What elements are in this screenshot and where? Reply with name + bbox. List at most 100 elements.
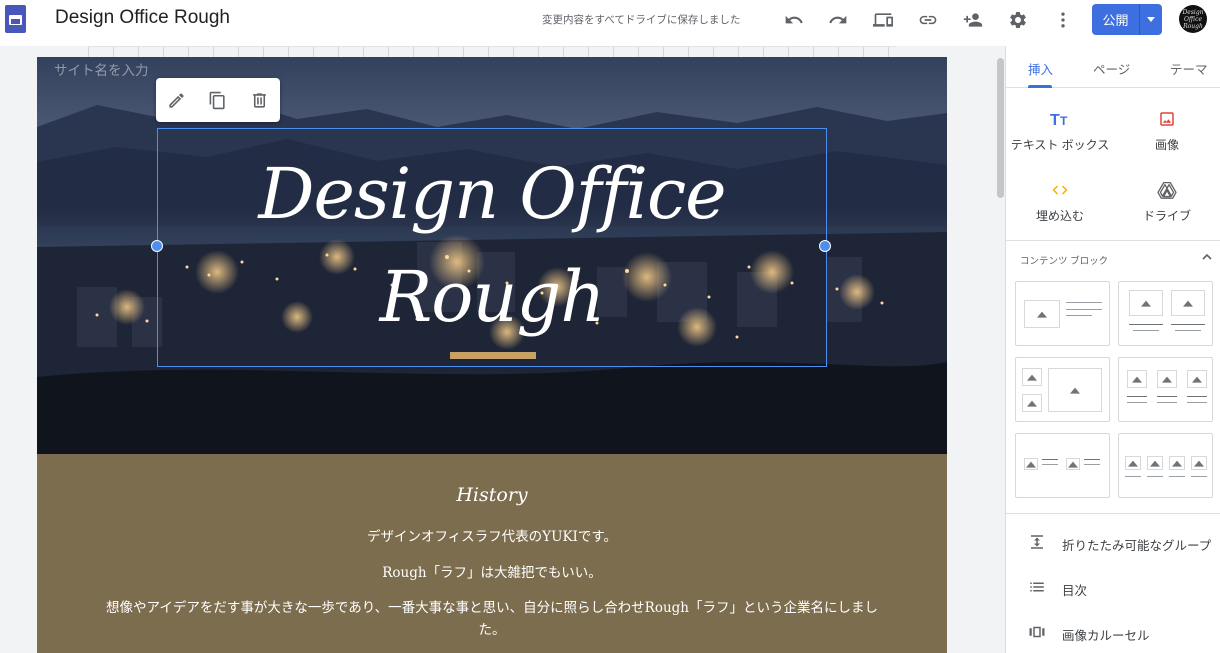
image-carousel-label: 画像カルーセル [1062,629,1150,643]
undo-icon[interactable] [781,7,807,33]
publish-options-dropdown[interactable] [1140,4,1162,35]
edit-pencil-icon[interactable] [164,88,188,112]
table-of-contents-label: 目次 [1062,584,1088,598]
tab-pages[interactable]: ページ [1093,59,1130,78]
canvas-scrollbar-thumb[interactable] [997,58,1004,198]
avatar-logo-text: Design Office Rough [1182,8,1204,30]
block-text-line [1042,464,1058,465]
history-paragraph-1: デザインオフィスラフ代表のYUKIです。 [366,529,618,545]
block-text-line [1084,459,1100,460]
chevron-up-icon[interactable] [1202,252,1212,262]
preview-devices-icon[interactable] [870,7,896,33]
title-accent-underline [450,352,536,359]
insert-image-button[interactable]: 画像 [1113,108,1220,153]
insert-text-box-label: テキスト ボックス [1010,138,1110,152]
tab-insert[interactable]: 挿入 [1028,59,1053,78]
block-image-placeholder-icon [1024,458,1038,470]
block-image-placeholder-icon [1066,458,1080,470]
top-bar: Design Office Rough 変更内容をすべてドライブに保存しました … [0,0,1220,40]
image-carousel-icon [1029,626,1045,638]
hero-title-line2: Rough [379,256,606,338]
panel-divider [1006,513,1220,514]
editor-canvas: サイト名を入力 Design Office Rough History デザイン… [0,46,1005,653]
more-vert-icon[interactable] [1050,7,1076,33]
block-image-placeholder-icon [1157,370,1177,388]
document-title[interactable]: Design Office Rough [55,7,230,29]
insert-embed-button[interactable]: 埋め込む [1006,179,1114,224]
title-text-box-selected[interactable]: Design Office Rough [157,128,827,367]
content-block-four-columns[interactable] [1118,433,1213,498]
content-block-grid-large[interactable] [1015,357,1110,422]
resize-handle-left[interactable] [151,240,163,252]
history-paragraph-2: Rough「ラフ」は大雑把でもいい。 [382,565,602,581]
ruler [88,46,896,57]
block-image-placeholder-icon [1187,370,1207,388]
insert-embed-label: 埋め込む [1035,209,1084,223]
publish-button[interactable]: 公開 [1092,4,1162,35]
site-page: サイト名を入力 Design Office Rough History デザイン… [37,57,947,653]
block-image-placeholder-icon [1048,368,1102,412]
block-text-line [1066,315,1092,316]
account-avatar[interactable]: Design Office Rough [1179,5,1207,33]
svg-text:T: T [1050,112,1060,128]
block-text-line [1171,324,1205,325]
svg-text:T: T [1060,114,1068,128]
insert-text-box-button[interactable]: TT テキスト ボックス [1006,108,1114,153]
side-panel: 挿入 ページ テーマ TT テキスト ボックス 画像 埋め込む ドライブ コンテ… [1005,46,1220,653]
block-text-line [1187,396,1207,397]
hero-header-section[interactable]: サイト名を入力 Design Office Rough [37,57,947,454]
canvas-scrollbar[interactable] [996,58,1005,198]
block-image-placeholder-icon [1022,394,1042,412]
content-blocks-header: コンテンツ ブロック [1020,256,1109,267]
insert-table-of-contents[interactable]: 目次 [1006,572,1220,602]
link-icon[interactable] [915,7,941,33]
block-text-line [1127,402,1147,403]
panel-divider [1006,240,1220,241]
panel-tabs: 挿入 ページ テーマ [1006,46,1220,88]
block-text-line [1157,396,1177,397]
block-text-line [1187,402,1207,403]
content-block-three-columns[interactable] [1118,357,1213,422]
active-tab-indicator [1028,85,1052,88]
insert-image-carousel[interactable]: 画像カルーセル [1006,617,1220,647]
tab-themes[interactable]: テーマ [1170,59,1208,78]
history-heading: History [456,484,528,506]
insert-image-label: 画像 [1154,138,1179,152]
redo-icon[interactable] [825,7,851,33]
block-text-line [1066,302,1102,303]
share-person-add-icon[interactable] [960,7,986,33]
block-text-line [1157,402,1177,403]
delete-trash-icon[interactable] [247,88,271,112]
save-status-text: 変更内容をすべてドライブに保存しました [542,14,741,26]
text-box-icon: TT [1006,108,1114,130]
section-toolbar [156,78,280,122]
embed-code-icon [1006,179,1114,201]
table-of-contents-icon [1030,582,1044,592]
insert-drive-button[interactable]: ドライブ [1113,179,1220,224]
resize-handle-right[interactable] [819,240,831,252]
site-name-input[interactable]: サイト名を入力 [54,59,149,79]
block-image-placeholder-icon [1125,456,1141,470]
block-text-line [1133,330,1159,331]
collapsible-group-icon [1031,535,1043,549]
google-sites-logo-icon[interactable] [5,5,26,33]
content-block-two-image-text[interactable] [1015,433,1110,498]
settings-gear-icon[interactable] [1005,7,1031,33]
block-image-placeholder-icon [1024,300,1060,328]
content-block-image-text[interactable] [1015,281,1110,346]
block-image-placeholder-icon [1191,456,1207,470]
insert-collapsible-group[interactable]: 折りたたみ可能なグループ [1006,527,1220,557]
block-text-line [1125,476,1141,477]
hero-title[interactable]: Design Office Rough [158,143,826,349]
duplicate-icon[interactable] [205,88,229,112]
publish-label[interactable]: 公開 [1092,4,1139,35]
block-text-line [1084,464,1100,465]
block-text-line [1191,476,1207,477]
block-image-placeholder-icon [1127,370,1147,388]
content-block-two-images[interactable] [1118,281,1213,346]
hero-title-line1: Design Office [258,153,726,235]
history-paragraph-3-continued: た。 [478,622,506,638]
block-text-line [1147,476,1163,477]
block-text-line [1169,476,1185,477]
history-section[interactable]: History デザインオフィスラフ代表のYUKIです。 Rough「ラフ」は大… [37,454,947,653]
